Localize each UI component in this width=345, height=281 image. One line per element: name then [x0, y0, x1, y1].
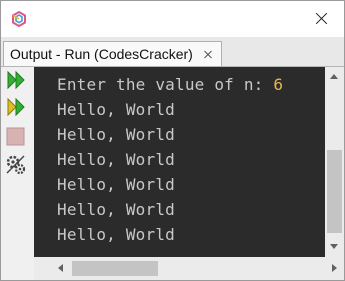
console-input-value: 6	[273, 75, 284, 94]
console-line: Hello, World	[57, 200, 175, 219]
scroll-up-arrow-icon[interactable]	[330, 74, 338, 79]
output-toolbar	[1, 67, 33, 280]
horizontal-scroll-thumb[interactable]	[72, 261, 158, 276]
tab-label: Output - Run (CodesCracker)	[10, 46, 193, 62]
console-output[interactable]: Enter the value of n: 6 Hello, World Hel…	[34, 67, 344, 257]
console-line: Hello, World	[57, 125, 175, 144]
vertical-scrollbar[interactable]	[325, 67, 344, 257]
scroll-left-arrow-icon[interactable]	[58, 264, 63, 272]
rerun-with-options-icon[interactable]	[5, 96, 27, 118]
settings-icon[interactable]	[5, 154, 27, 176]
output-window: Output - Run (CodesCracker) Enter the va…	[0, 0, 345, 281]
console-line: Hello, World	[57, 175, 175, 194]
console-line: Hello, World	[57, 225, 175, 244]
tab-strip: Output - Run (CodesCracker)	[1, 37, 344, 67]
stop-icon[interactable]	[5, 125, 27, 147]
console-prompt: Enter the value of n:	[57, 75, 274, 94]
horizontal-scrollbar[interactable]	[34, 257, 344, 280]
close-icon[interactable]	[298, 1, 344, 37]
tab-output-run[interactable]: Output - Run (CodesCracker)	[3, 41, 222, 66]
app-logo-icon	[12, 11, 26, 27]
console-prompt-line: Enter the value of n: 6	[57, 75, 283, 94]
console-line: Hello, World	[57, 150, 175, 169]
title-bar[interactable]	[1, 1, 344, 37]
scroll-down-arrow-icon[interactable]	[330, 244, 338, 249]
tab-close-icon[interactable]	[203, 49, 213, 59]
vertical-scroll-thumb[interactable]	[327, 150, 342, 233]
console-line: Hello, World	[57, 100, 175, 119]
scroll-right-arrow-icon[interactable]	[332, 264, 337, 272]
rerun-icon[interactable]	[5, 69, 27, 91]
